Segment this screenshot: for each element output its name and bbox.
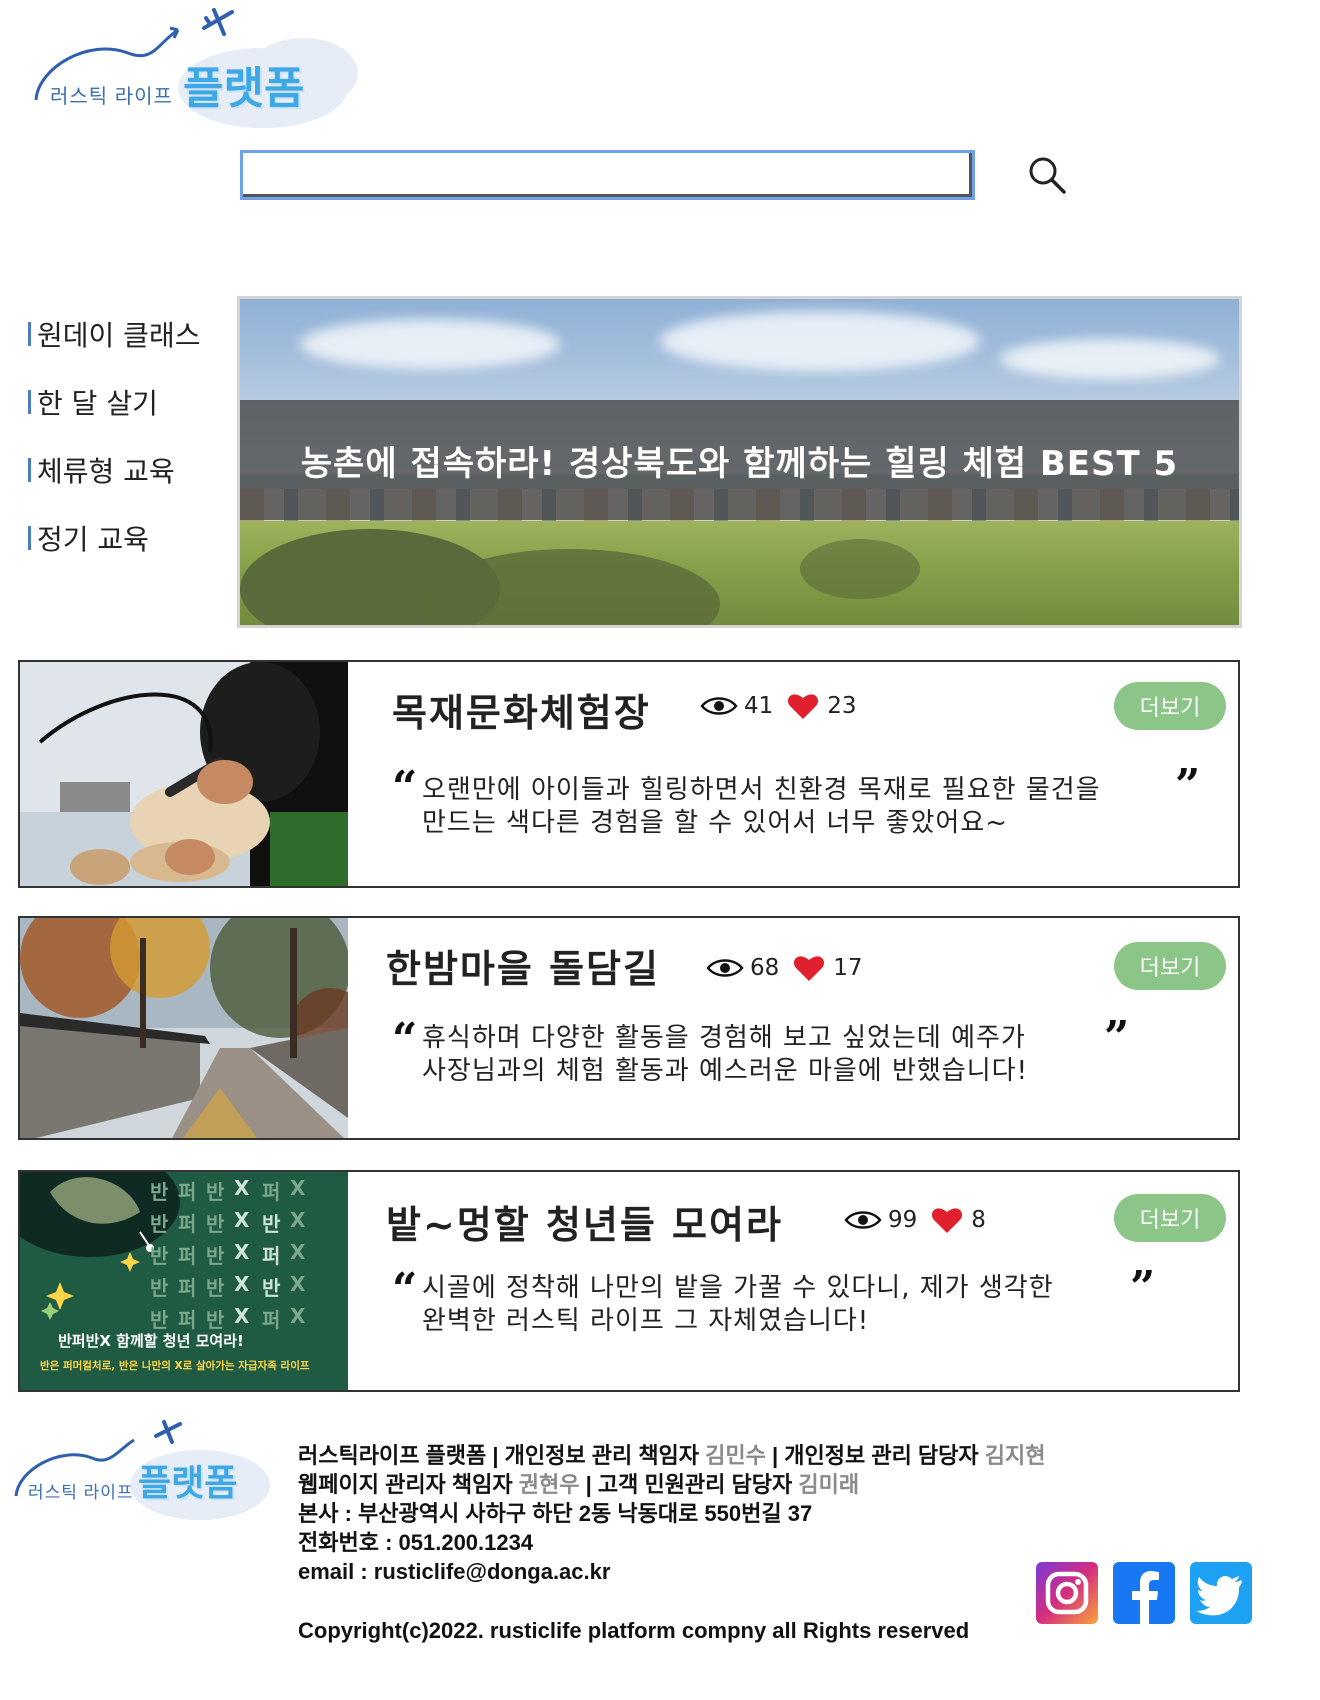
footer-line: 러스틱라이프 플랫폼 | 개인정보 관리 책임자 김민수 | 개인정보 관리 담… <box>298 1443 1046 1468</box>
review-line: 만드는 색다른 경험을 할 수 있어서 너무 좋았어요~ <box>422 808 1009 838</box>
card-stats: 41 23 <box>700 692 857 720</box>
review-line: 휴식하며 다양한 활동을 경험해 보고 싶었는데 예주가 <box>422 1023 1026 1053</box>
eye-icon <box>844 1211 882 1229</box>
hero-cloud <box>300 319 560 369</box>
sidebar-item-oneday-class[interactable]: 원데이 클래스 <box>28 300 228 368</box>
twitter-icon[interactable] <box>1190 1562 1252 1624</box>
experience-card[interactable]: 목재문화체험장 41 23 더보기 “ 오랜만에 아이들과 힐링하면서 친환경 … <box>18 660 1240 888</box>
card-thumbnail-woodburning <box>20 662 348 886</box>
quote-open-mark: “ <box>392 762 418 813</box>
card-thumbnail-stonewall-path <box>20 918 348 1138</box>
like-count: 17 <box>833 955 863 981</box>
footer-line: 웹페이지 관리자 책임자 권현우 | 고객 민원관리 담당자 김미래 <box>298 1472 860 1497</box>
facebook-icon[interactable] <box>1113 1562 1175 1624</box>
quote-open-mark: “ <box>392 1014 418 1065</box>
card-title: 한밤마을 돌담길 <box>386 947 660 991</box>
experience-card[interactable]: 반퍼반X퍼X 반퍼반X반X 반퍼반X퍼X 반퍼반X반X 반퍼반X퍼X 반퍼반X … <box>18 1170 1240 1392</box>
search-button[interactable] <box>1026 154 1070 198</box>
footer-phone: 전화번호 : 051.200.1234 <box>298 1530 534 1555</box>
hero-title: 농촌에 접속하라! 경상북도와 함께하는 힐링 체험 BEST 5 <box>300 443 1179 484</box>
review-quote: 휴식하며 다양한 활동을 경험해 보고 싶었는데 예주가 사장님과의 체험 활동… <box>422 1022 1028 1088</box>
review-quote: 오랜만에 아이들과 힐링하면서 친환경 목재로 필요한 물건을 만드는 색다른 … <box>422 774 1101 840</box>
like-count: 23 <box>827 693 857 719</box>
site-logo[interactable]: 러스틱 라이프 플랫폼 <box>28 8 358 128</box>
search-icon <box>1029 157 1066 194</box>
logo-subtext: 러스틱 라이프 <box>28 1483 134 1502</box>
more-button[interactable]: 더보기 <box>1114 682 1226 730</box>
logo-maintext: 플랫폼 <box>138 1463 238 1504</box>
hero-banner[interactable]: 농촌에 접속하라! 경상북도와 함께하는 힐링 체험 BEST 5 <box>237 296 1242 628</box>
card-title: 밭~멍할 청년들 모여라 <box>386 1203 783 1247</box>
footer-logo[interactable]: 러스틱 라이프 플랫폼 <box>10 1420 270 1520</box>
sidebar-item-label: 한 달 살기 <box>37 387 158 420</box>
sidebar-item-label: 원데이 클래스 <box>37 319 201 352</box>
instagram-icon[interactable] <box>1036 1562 1098 1624</box>
logo-subtext: 러스틱 라이프 <box>50 86 173 108</box>
more-button[interactable]: 더보기 <box>1114 942 1226 990</box>
footer-copyright: Copyright(c)2022. rusticlife platform co… <box>298 1618 970 1643</box>
sidebar-item-regular-education[interactable]: 정기 교육 <box>28 504 228 572</box>
hero-bush <box>800 539 920 599</box>
review-line: 사장님과의 체험 활동과 예스러운 마을에 반했습니다! <box>422 1056 1028 1086</box>
sidebar-marker <box>28 390 31 414</box>
poster-headline: 반퍼반X 함께할 청년 모여라! <box>58 1332 244 1350</box>
hero-cloud <box>1000 339 1220 379</box>
footer-address: 본사 : 부산광역시 사하구 하단 2동 낙동대로 550번길 37 <box>298 1501 813 1526</box>
footer-email: email : rusticlife@donga.ac.kr <box>298 1559 611 1584</box>
like-count: 8 <box>971 1207 986 1233</box>
quote-close-mark: ” <box>1175 760 1201 811</box>
sidebar-marker <box>28 322 31 346</box>
review-quote: 시골에 정착해 나만의 밭을 가꿀 수 있다니, 제가 생각한 완벽한 러스틱 … <box>422 1272 1054 1338</box>
review-line: 시골에 정착해 나만의 밭을 가꿀 수 있다니, 제가 생각한 <box>422 1273 1054 1303</box>
search-input[interactable] <box>240 150 975 200</box>
sidebar-item-label: 정기 교육 <box>37 523 149 556</box>
review-line: 오랜만에 아이들과 힐링하면서 친환경 목재로 필요한 물건을 <box>422 775 1101 805</box>
quote-close-mark: ” <box>1130 1262 1156 1313</box>
poster-char-grid: 반퍼반X퍼X 반퍼반X반X 반퍼반X퍼X 반퍼반X반X 반퍼반X퍼X <box>150 1176 306 1332</box>
view-count: 68 <box>750 955 780 981</box>
quote-open-mark: “ <box>392 1264 418 1315</box>
experience-card[interactable]: 한밤마을 돌담길 68 17 더보기 “ 휴식하며 다양한 활동을 경험해 보고… <box>18 916 1240 1140</box>
sidebar-item-label: 체류형 교육 <box>37 455 175 488</box>
sidebar-marker <box>28 458 31 482</box>
quote-close-mark: ” <box>1104 1012 1130 1063</box>
card-thumbnail-farm-poster: 반퍼반X퍼X 반퍼반X반X 반퍼반X퍼X 반퍼반X반X 반퍼반X퍼X 반퍼반X … <box>20 1172 348 1390</box>
card-stats: 68 17 <box>706 954 863 982</box>
review-line: 완벽한 러스틱 라이프 그 자체였습니다! <box>422 1306 870 1336</box>
sidebar-item-residential-education[interactable]: 체류형 교육 <box>28 436 228 504</box>
card-stats: 99 8 <box>844 1206 986 1234</box>
heart-icon[interactable] <box>793 954 825 982</box>
eye-icon <box>700 697 738 715</box>
heart-icon[interactable] <box>787 692 819 720</box>
hero-cloud <box>660 311 980 371</box>
view-count: 99 <box>888 1207 918 1233</box>
category-sidebar: 원데이 클래스 한 달 살기 체류형 교육 정기 교육 <box>28 300 228 572</box>
logo-maintext: 플랫폼 <box>183 63 305 114</box>
footer-info: 러스틱라이프 플랫폼 | 개인정보 관리 책임자 김민수 | 개인정보 관리 담… <box>298 1441 1046 1586</box>
view-count: 41 <box>744 693 774 719</box>
sidebar-marker <box>28 526 31 550</box>
eye-icon <box>706 959 744 977</box>
poster-subline: 반은 퍼머컬처로, 반은 나만의 X로 살아가는 자급자족 라이프 <box>40 1360 310 1372</box>
heart-icon[interactable] <box>931 1206 963 1234</box>
card-title: 목재문화체험장 <box>392 691 651 735</box>
sidebar-item-month-stay[interactable]: 한 달 살기 <box>28 368 228 436</box>
more-button[interactable]: 더보기 <box>1114 1194 1226 1242</box>
